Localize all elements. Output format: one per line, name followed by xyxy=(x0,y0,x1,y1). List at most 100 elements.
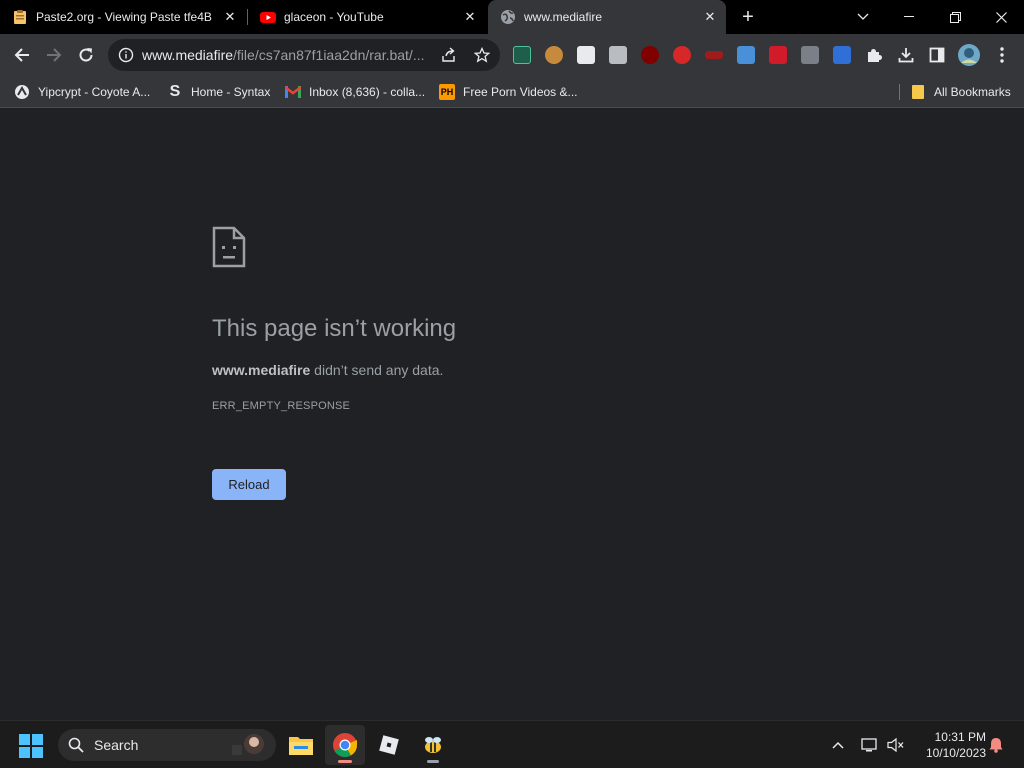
url-host: www.mediafire xyxy=(142,47,234,63)
youtube-icon xyxy=(260,12,276,23)
tab-youtube[interactable]: glaceon - YouTube ✕ xyxy=(248,0,486,34)
all-bookmarks-label: All Bookmarks xyxy=(934,85,1011,99)
running-indicator xyxy=(338,760,352,763)
download-icon xyxy=(898,48,914,63)
error-title: This page isn’t working xyxy=(212,315,457,342)
yipcrypt-icon xyxy=(14,84,30,100)
error-code: ERR_EMPTY_RESPONSE xyxy=(212,400,351,412)
minimize-icon xyxy=(904,16,914,17)
cookie-extension-icon[interactable] xyxy=(545,46,563,64)
network-button[interactable] xyxy=(860,735,880,755)
globe-icon xyxy=(501,10,515,24)
error-description: www.mediafire didn’t send any data. xyxy=(212,362,443,378)
puzzle-icon xyxy=(868,49,882,62)
bookmark-label: Yipcrypt - Coyote A... xyxy=(38,85,151,99)
search-highlight-icon xyxy=(232,734,264,755)
gmail-icon xyxy=(285,84,301,100)
red-extension-icon[interactable] xyxy=(673,46,691,64)
face-extension-icon[interactable] xyxy=(577,46,595,64)
taskbar-search[interactable]: Search xyxy=(58,729,276,761)
chrome-icon xyxy=(333,733,357,758)
search-icon xyxy=(68,737,84,753)
close-tab-icon[interactable]: ✕ xyxy=(700,7,720,27)
restore-button[interactable] xyxy=(932,0,978,34)
new-tab-button[interactable]: + xyxy=(736,5,760,29)
close-tab-icon[interactable]: ✕ xyxy=(460,7,480,27)
folder-icon xyxy=(289,737,313,755)
ph-icon: PH xyxy=(439,84,455,100)
bookmark-syntax[interactable]: S Home - Syntax xyxy=(167,82,271,102)
address-bar[interactable]: www.mediafire/file/cs7an87f1iaa2dn/rar.b… xyxy=(108,39,500,71)
bookmark-yipcrypt[interactable]: Yipcrypt - Coyote A... xyxy=(14,82,150,102)
taskbar-roblox[interactable] xyxy=(369,725,409,765)
ublock-extension-icon[interactable] xyxy=(641,46,659,64)
page-content: This page isn’t working www.mediafire di… xyxy=(0,109,1024,720)
arrow-left-icon xyxy=(14,48,29,62)
taskbar-chrome[interactable] xyxy=(325,725,365,765)
minimize-button[interactable] xyxy=(886,0,932,34)
forward-button[interactable] xyxy=(40,41,68,69)
url-path: /file/cs7an87f1iaa2dn/rar.bat/... xyxy=(233,47,425,63)
info-icon[interactable] xyxy=(118,47,134,63)
bookmark-star-icon[interactable] xyxy=(474,47,490,63)
taskbar-file-explorer[interactable] xyxy=(281,725,321,765)
tab-mediafire[interactable]: www.mediafire ✕ xyxy=(488,0,726,34)
badge-extension-icon[interactable] xyxy=(705,51,723,59)
bookmark-divider xyxy=(899,84,900,100)
chevron-up-icon xyxy=(832,741,844,749)
bookmark-label: Home - Syntax xyxy=(191,85,271,99)
show-hidden-icons-button[interactable] xyxy=(828,735,848,755)
close-tab-icon[interactable]: ✕ xyxy=(220,7,240,27)
folder-icon xyxy=(910,84,926,100)
close-icon xyxy=(995,11,1007,23)
all-bookmarks-button[interactable]: All Bookmarks xyxy=(910,82,1011,102)
sad-page-icon xyxy=(212,226,246,268)
volume-button[interactable] xyxy=(886,735,906,755)
menu-button[interactable] xyxy=(988,41,1016,69)
side-panel-button[interactable] xyxy=(923,41,951,69)
bee-icon xyxy=(425,737,441,753)
clock-time: 10:31 PM xyxy=(934,730,986,744)
tag-extension-icon[interactable] xyxy=(801,46,819,64)
bookmark-label: Inbox (8,636) - colla... xyxy=(309,85,426,99)
youtube-extension-icon[interactable] xyxy=(769,46,787,64)
clipboard-icon xyxy=(14,10,26,24)
taskbar-bee-app[interactable] xyxy=(413,725,453,765)
volume-muted-icon xyxy=(887,737,904,753)
tab-search-button[interactable] xyxy=(840,0,886,34)
reload-toolbar-button[interactable] xyxy=(72,41,100,69)
error-desc-text: didn’t send any data. xyxy=(310,362,444,378)
bell-icon xyxy=(989,738,1003,753)
bookmarks-bar: Yipcrypt - Coyote A... S Home - Syntax I… xyxy=(0,76,1024,108)
photo-extension-icon[interactable] xyxy=(737,46,755,64)
chevron-down-icon xyxy=(857,13,869,20)
syntax-extension-icon[interactable] xyxy=(513,46,531,64)
profile-button[interactable] xyxy=(955,41,983,69)
search-label: Search xyxy=(94,737,139,753)
windows-start-icon[interactable] xyxy=(18,733,44,759)
arrow-right-icon xyxy=(47,48,62,62)
tab-title: www.mediafire xyxy=(524,10,603,24)
taskbar: Search 10:31 PM 10/10/2023 xyxy=(0,720,1024,768)
refresh-icon xyxy=(79,48,93,62)
clock-date: 10/10/2023 xyxy=(925,746,986,760)
clock[interactable]: 10:31 PM 10/10/2023 xyxy=(914,729,986,761)
more-vert-icon xyxy=(1000,47,1004,63)
downloads-button[interactable] xyxy=(892,41,920,69)
bookmark-ph[interactable]: PH Free Porn Videos &... xyxy=(439,82,578,102)
back-button[interactable] xyxy=(8,41,36,69)
tab-paste2[interactable]: Paste2.org - Viewing Paste tfe4B ✕ xyxy=(0,0,246,34)
bookmark-label: Free Porn Videos &... xyxy=(463,85,578,99)
extensions-button[interactable] xyxy=(860,41,888,69)
share-icon[interactable] xyxy=(441,47,457,63)
notifications-button[interactable] xyxy=(986,735,1006,755)
close-window-button[interactable] xyxy=(978,0,1024,34)
browser-toolbar: www.mediafire/file/cs7an87f1iaa2dn/rar.b… xyxy=(0,34,1024,76)
printer-extension-icon[interactable] xyxy=(609,46,627,64)
reload-button[interactable]: Reload xyxy=(212,469,286,500)
bookmark-gmail[interactable]: Inbox (8,636) - colla... xyxy=(285,82,425,102)
tab-title: glaceon - YouTube xyxy=(284,10,384,24)
r-extension-icon[interactable] xyxy=(833,46,851,64)
side-panel-icon xyxy=(929,47,945,63)
network-icon xyxy=(861,738,877,752)
